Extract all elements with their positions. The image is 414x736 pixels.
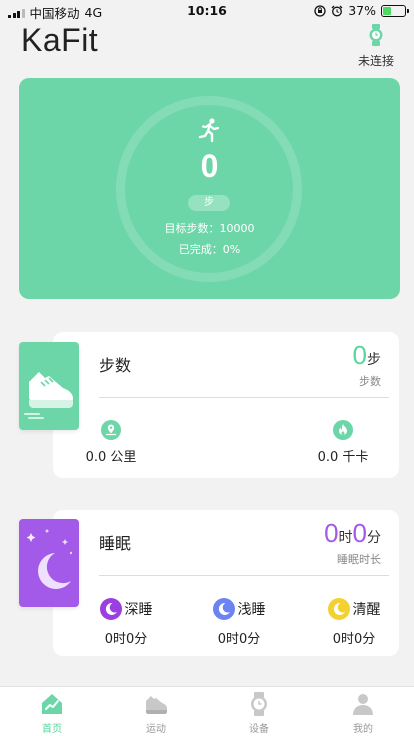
sleep-hours-unit: 时 (338, 530, 353, 546)
watch-icon (251, 692, 267, 716)
connection-label: 未连接 (357, 54, 394, 68)
tab-sport[interactable]: 运动 (126, 691, 186, 735)
hero-step-unit: 步 (188, 195, 230, 211)
tab-home[interactable]: 首页 (22, 691, 82, 735)
status-bar: 中国移动 4G 10:16 37% (0, 0, 414, 22)
steps-tile (19, 342, 79, 430)
calorie-stat: 0.0 千卡 (313, 420, 373, 465)
steps-count: 0 (352, 340, 367, 370)
sleep-minutes-unit: 分 (367, 530, 381, 546)
person-icon (353, 694, 373, 715)
divider (99, 397, 389, 398)
calorie-value: 0.0 千卡 (317, 450, 369, 465)
alarm-icon (331, 5, 343, 16)
tab-bar: 首页 运动 设备 我的 (0, 686, 414, 736)
battery-percent: 37% (348, 3, 376, 18)
sleep-tile (19, 519, 79, 607)
hero-step-count: 0 (200, 148, 219, 184)
light-sleep-time: 0时0分 (217, 632, 261, 647)
watch-icon (369, 24, 383, 46)
step-goal: 目标步数：10000 (164, 222, 255, 235)
tab-device[interactable]: 设备 (229, 691, 289, 735)
awake-time: 0时0分 (332, 632, 376, 647)
distance-stat: 0.0 公里 (81, 420, 141, 465)
distance-value: 0.0 公里 (85, 450, 137, 465)
steps-unit: 步 (367, 352, 381, 368)
sleep-hours: 0 (324, 518, 339, 548)
sleep-card-title: 睡眠 (99, 534, 132, 553)
sleep-minutes: 0 (352, 518, 367, 548)
sneaker-icon (24, 372, 73, 419)
tab-home-label: 首页 (42, 724, 62, 735)
home-chart-icon (42, 694, 62, 714)
app-title: KaFit (21, 22, 99, 58)
tab-me[interactable]: 我的 (333, 691, 393, 735)
daily-steps-summary: 0 步 目标步数：10000 已完成：0% (19, 78, 400, 299)
crescent-moon-icon (26, 529, 73, 589)
sleep-card-subtitle: 睡眠时长 (337, 553, 381, 566)
steps-card-subtitle: 步数 (359, 375, 381, 388)
light-sleep-label: 浅睡 (237, 602, 266, 618)
light-sleep-moon-icon (212, 598, 235, 620)
deep-sleep-moon-icon (99, 598, 122, 620)
tab-me-label: 我的 (353, 724, 373, 735)
rotation-lock-icon (314, 4, 326, 17)
connection-status-button[interactable]: 未连接 (356, 24, 396, 69)
battery-icon (381, 4, 409, 17)
light-sleep-stat: 浅睡 0时0分 (194, 598, 284, 647)
deep-sleep-stat: 深睡 0时0分 (81, 598, 171, 647)
sneaker-icon (146, 696, 167, 714)
awake-moon-icon (327, 598, 350, 620)
status-right: 37% (314, 3, 409, 18)
tab-device-label: 设备 (249, 724, 269, 735)
tab-sport-label: 运动 (146, 724, 166, 735)
steps-card-title: 步数 (99, 356, 132, 375)
divider (99, 575, 389, 576)
location-pin-icon (101, 420, 121, 440)
steps-card[interactable]: 步数 0步 步数 0.0 公里 0.0 千卡 (53, 332, 399, 478)
running-icon (198, 118, 220, 143)
completion-percent: 已完成：0% (178, 243, 241, 256)
awake-stat: 清醒 0时0分 (309, 598, 399, 647)
sleep-card[interactable]: 睡眠 0时0分 睡眠时长 深睡 0时0分 浅睡 0时0分 清醒 0时0分 (53, 510, 399, 656)
awake-label: 清醒 (352, 602, 381, 618)
steps-value: 0步 (353, 340, 381, 371)
sleep-duration-value: 0时0分 (324, 518, 381, 549)
deep-sleep-label: 深睡 (124, 602, 153, 618)
flame-icon (333, 420, 353, 440)
deep-sleep-time: 0时0分 (104, 632, 148, 647)
